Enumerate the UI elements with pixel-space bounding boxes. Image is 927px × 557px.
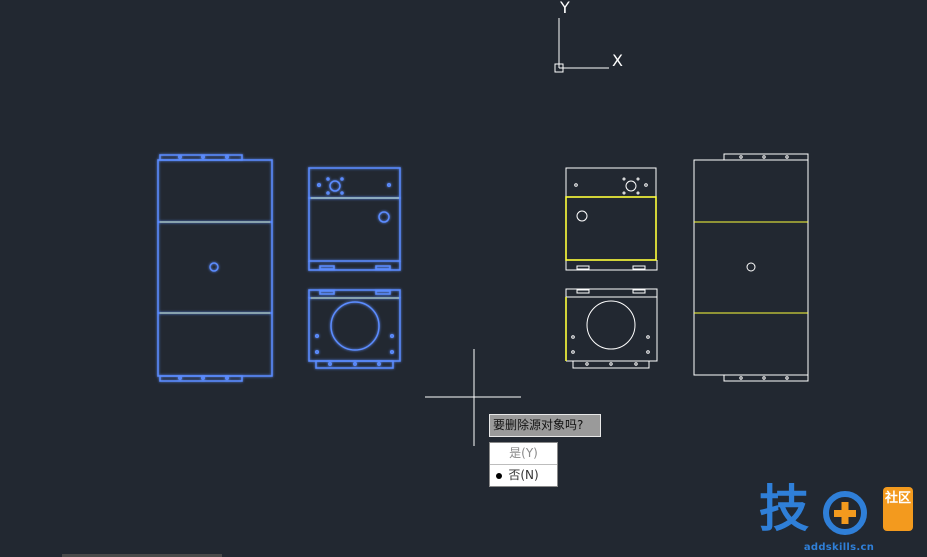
ucs-icon: Y X — [554, 0, 623, 73]
watermark-domain: addskills.cn — [803, 542, 875, 553]
selected-upper-block[interactable] — [308, 167, 401, 271]
ucs-y-label: Y — [559, 0, 570, 17]
selected-lower-block[interactable] — [308, 289, 401, 369]
selected-tall-panel[interactable] — [157, 154, 273, 382]
menu-item-no-label: 否(N) — [508, 468, 539, 482]
copy-tall-fold-lines — [694, 221, 808, 314]
copy-upper-yellow-face — [565, 196, 657, 261]
menu-item-yes[interactable]: 是(Y) — [490, 443, 557, 464]
copy-tall-panel[interactable] — [693, 153, 809, 382]
watermark-char: 技 — [759, 480, 809, 538]
watermark-logo: 技 社区 addskills.cn — [759, 481, 919, 553]
drawing-canvas[interactable]: Y X — [0, 0, 927, 557]
copy-upper-block[interactable] — [565, 167, 658, 271]
copy-lower-block[interactable] — [565, 288, 658, 369]
plus-circle-icon — [823, 491, 867, 535]
menu-item-yes-label: 是(Y) — [509, 446, 538, 460]
selected-tall-panel-fold-lines — [160, 221, 270, 314]
watermark-badge: 社区 — [883, 487, 913, 531]
menu-item-no[interactable]: 否(N) — [490, 464, 557, 486]
selected-bullet-icon — [496, 473, 502, 479]
yes-no-menu: 是(Y) 否(N) — [489, 442, 558, 487]
delete-source-prompt: 要删除源对象吗? — [489, 414, 601, 437]
ucs-x-label: X — [612, 51, 623, 70]
